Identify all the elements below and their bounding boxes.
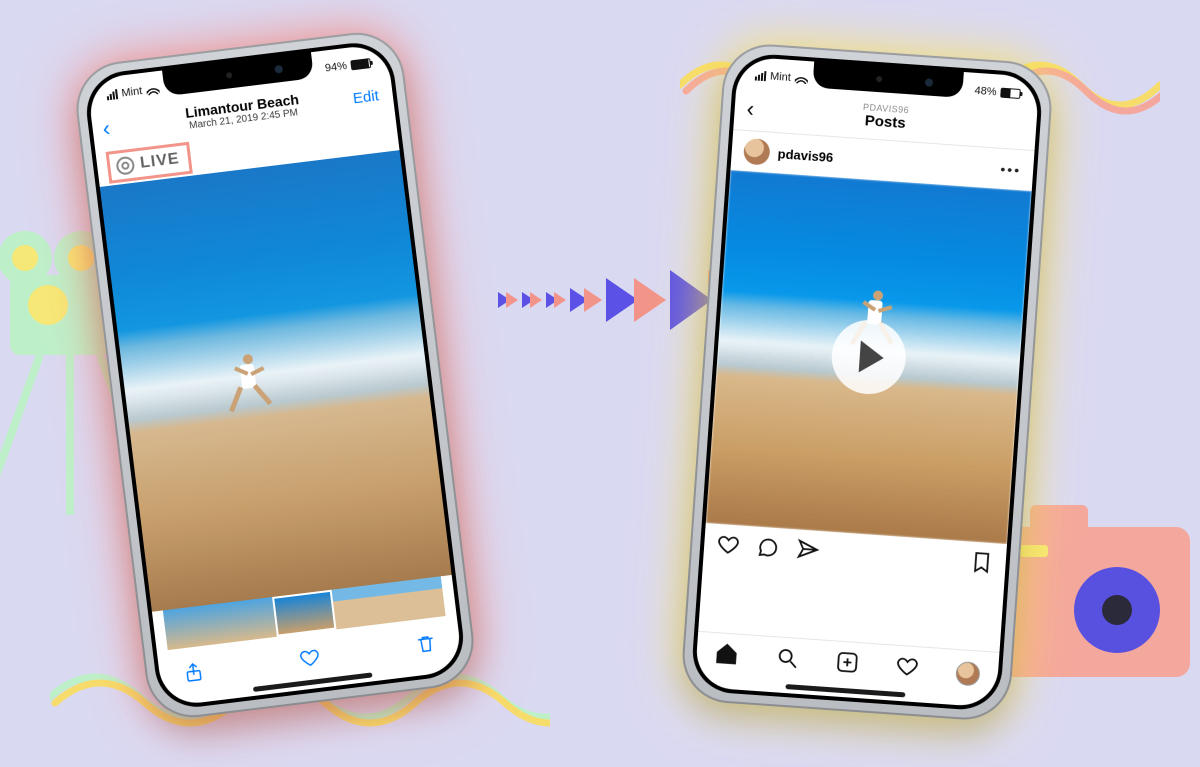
share-icon[interactable] xyxy=(180,659,207,686)
post-video[interactable] xyxy=(706,170,1032,544)
battery-icon xyxy=(1000,88,1021,99)
more-options-icon[interactable]: ••• xyxy=(1000,161,1022,178)
photo-viewer[interactable] xyxy=(100,150,452,612)
user-avatar[interactable] xyxy=(743,138,771,166)
battery-pct: 48% xyxy=(974,85,997,99)
share-dm-icon[interactable] xyxy=(795,537,821,568)
wifi-icon xyxy=(794,73,808,84)
bookmark-icon[interactable] xyxy=(969,549,995,580)
like-icon[interactable] xyxy=(715,531,741,562)
signal-bars-icon xyxy=(755,70,767,81)
tab-newpost-icon[interactable] xyxy=(834,650,860,681)
nav-title: Posts xyxy=(861,113,908,133)
battery-pct: 94% xyxy=(324,60,347,75)
favorite-icon[interactable] xyxy=(296,645,323,672)
post-username[interactable]: pdavis96 xyxy=(777,146,834,165)
tab-home-icon[interactable] xyxy=(714,641,740,672)
delete-icon[interactable] xyxy=(412,630,439,657)
back-chevron-icon[interactable]: ‹ xyxy=(746,95,755,121)
live-icon xyxy=(115,156,135,176)
battery-icon xyxy=(350,58,371,70)
tab-activity-icon[interactable] xyxy=(894,654,920,685)
tab-search-icon[interactable] xyxy=(774,645,800,676)
wifi-icon xyxy=(146,84,160,96)
back-chevron-icon[interactable]: ‹ xyxy=(101,115,111,142)
phone-photos-app: Mint 94% ‹ Limantour Beach March 21, 201… xyxy=(71,27,479,722)
edit-button[interactable]: Edit xyxy=(352,87,380,107)
carrier-label: Mint xyxy=(121,85,143,99)
phone-instagram: Mint 48% ‹ PDAVIS96 Posts pdavis96 ••• xyxy=(679,41,1054,722)
decoration-photo-camera xyxy=(1000,527,1190,677)
signal-bars-icon xyxy=(106,89,118,100)
live-label: LIVE xyxy=(139,150,180,173)
tab-profile-avatar[interactable] xyxy=(955,660,981,686)
carrier-label: Mint xyxy=(770,71,792,84)
comment-icon[interactable] xyxy=(755,534,781,565)
beach-photo xyxy=(100,150,452,612)
